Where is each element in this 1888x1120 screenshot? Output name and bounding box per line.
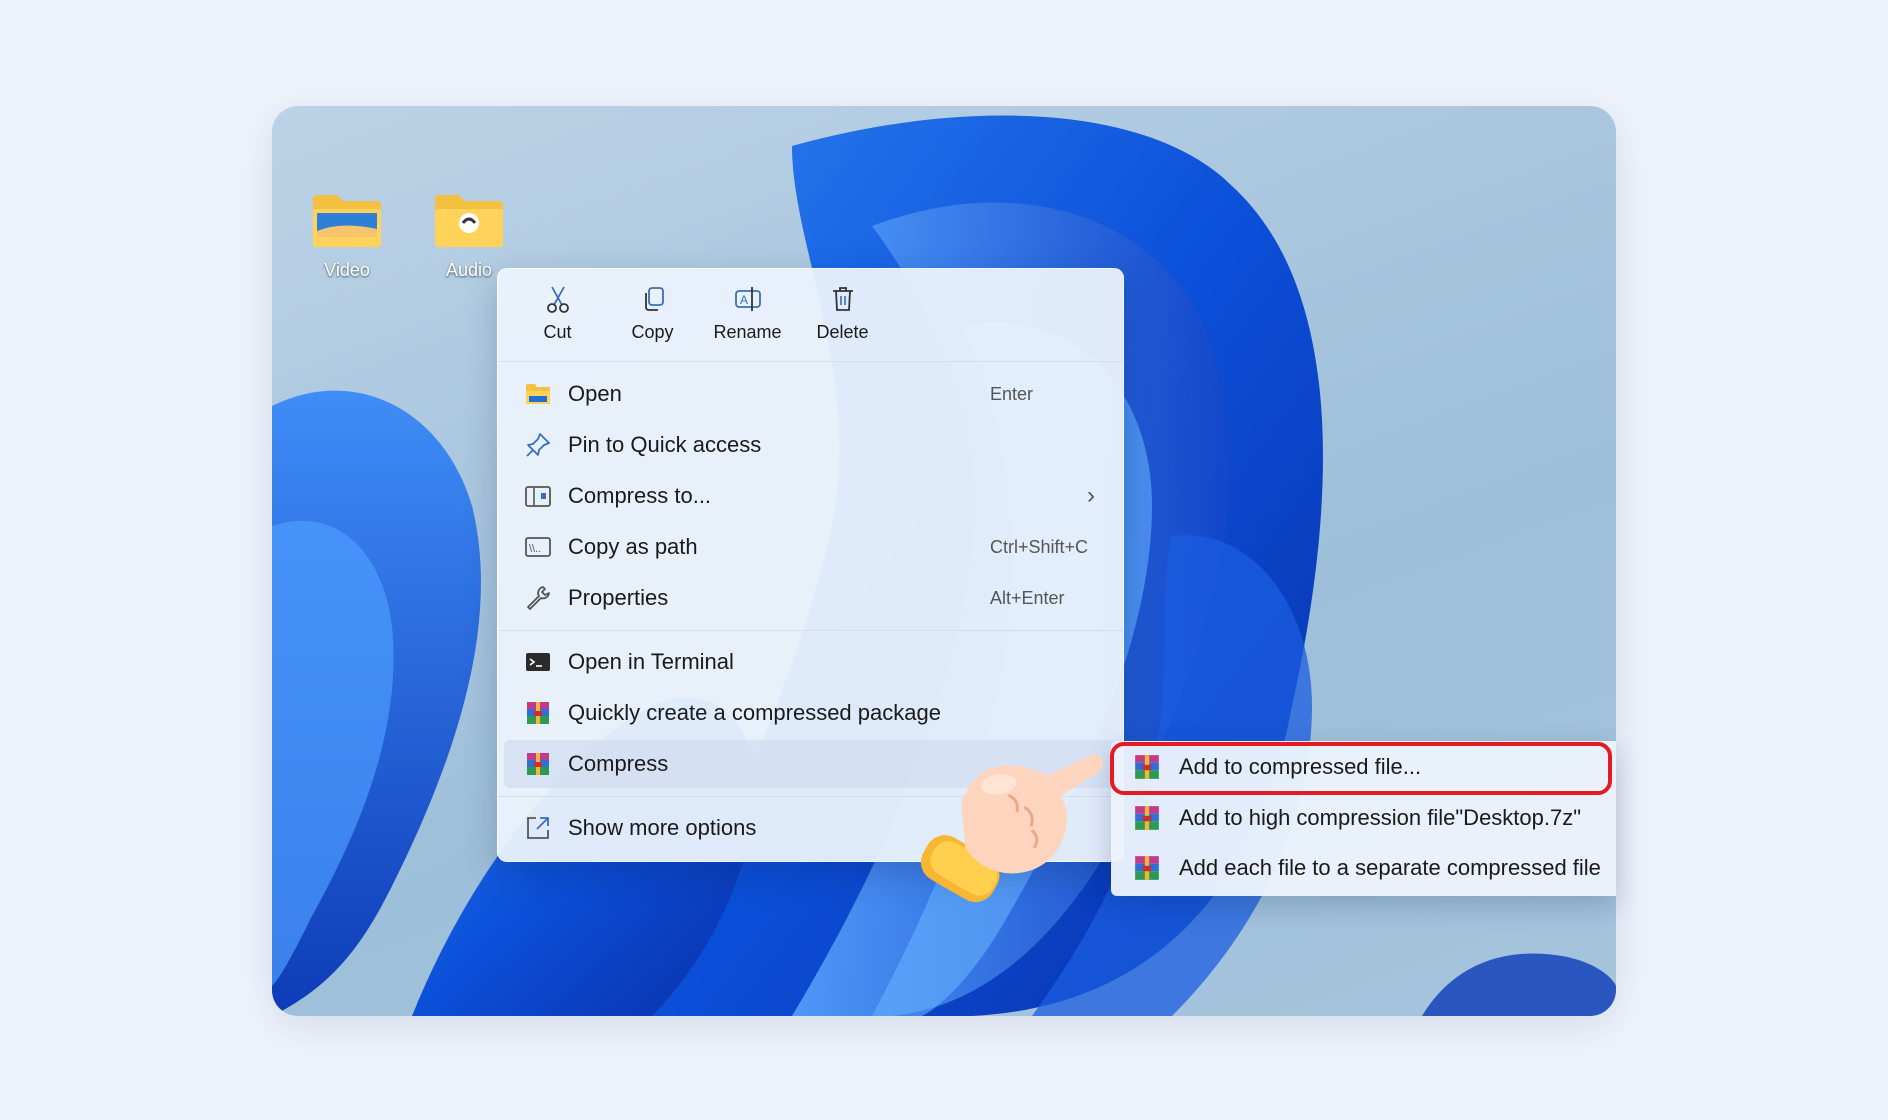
menu-item-copy-as-path[interactable]: \\.. Copy as path Ctrl+Shift+C: [504, 523, 1117, 571]
copy-button[interactable]: Copy: [605, 269, 700, 361]
delete-label: Delete: [816, 322, 869, 342]
menu-item-shortcut: Enter: [990, 383, 1034, 404]
menu-item-shortcut: Ctrl+Shift+C: [990, 536, 1089, 557]
video-folder-icon: [313, 195, 381, 247]
copy-icon: [644, 287, 664, 311]
terminal-icon: [526, 653, 550, 671]
cut-button[interactable]: Cut: [510, 269, 605, 361]
chevron-right-icon: ›: [1087, 482, 1095, 509]
desktop-icon-video[interactable]: Video: [292, 191, 402, 281]
svg-text:A: A: [740, 293, 748, 307]
menu-item-quick-compress[interactable]: Quickly create a compressed package: [504, 689, 1117, 737]
zip-folder-icon: [525, 486, 551, 507]
audio-folder-icon: [435, 195, 503, 247]
submenu-item-label: Add each file to a separate compressed f…: [1179, 855, 1601, 880]
menu-item-pin-quick-access[interactable]: Pin to Quick access: [504, 421, 1117, 469]
highlight-outline: [1110, 742, 1612, 795]
pin-icon: [526, 433, 550, 457]
archive-icon: [1135, 856, 1159, 880]
expand-icon: [527, 817, 549, 839]
cut-icon: [546, 286, 569, 313]
submenu-item-label: Add to high compression file"Desktop.7z": [1179, 805, 1582, 830]
submenu-item-add-to-high-compression[interactable]: Add to high compression file"Desktop.7z": [1111, 795, 1616, 841]
copy-label: Copy: [631, 322, 674, 342]
rename-button[interactable]: A Rename: [700, 269, 795, 361]
menu-item-properties[interactable]: Properties Alt+Enter: [504, 574, 1117, 622]
archive-icon: [527, 702, 549, 724]
menu-item-compress-to[interactable]: Compress to... ›: [504, 472, 1117, 520]
pointing-hand-icon: [920, 754, 1103, 903]
rename-icon: A: [734, 287, 761, 311]
wrench-icon: [527, 586, 550, 610]
archive-icon: [527, 753, 549, 775]
menu-item-label: Compress to...: [568, 483, 712, 508]
menu-item-open-in-terminal[interactable]: Open in Terminal: [504, 638, 1117, 686]
svg-text:\\..: \\..: [529, 543, 541, 555]
delete-icon: [832, 287, 853, 311]
menu-item-label: Pin to Quick access: [568, 432, 762, 457]
menu-item-label: Open in Terminal: [568, 649, 734, 674]
delete-button[interactable]: Delete: [795, 269, 890, 361]
desktop-icon-label: Video: [324, 260, 370, 280]
rename-label: Rename: [713, 322, 782, 342]
cut-label: Cut: [543, 322, 572, 342]
menu-separator: [498, 630, 1123, 631]
menu-item-shortcut: Alt+Enter: [990, 587, 1065, 608]
menu-item-open[interactable]: Open Enter: [504, 370, 1117, 418]
folder-icon: [526, 384, 550, 404]
archive-icon: [1135, 806, 1159, 830]
menu-item-label: Open: [568, 381, 622, 406]
menu-item-label: Quickly create a compressed package: [568, 700, 941, 725]
context-menu-toolbar: Cut Copy A Rename Delete: [498, 269, 1123, 362]
path-icon: \\..: [525, 537, 551, 557]
submenu-item-add-each-file-separately[interactable]: Add each file to a separate compressed f…: [1111, 845, 1616, 891]
